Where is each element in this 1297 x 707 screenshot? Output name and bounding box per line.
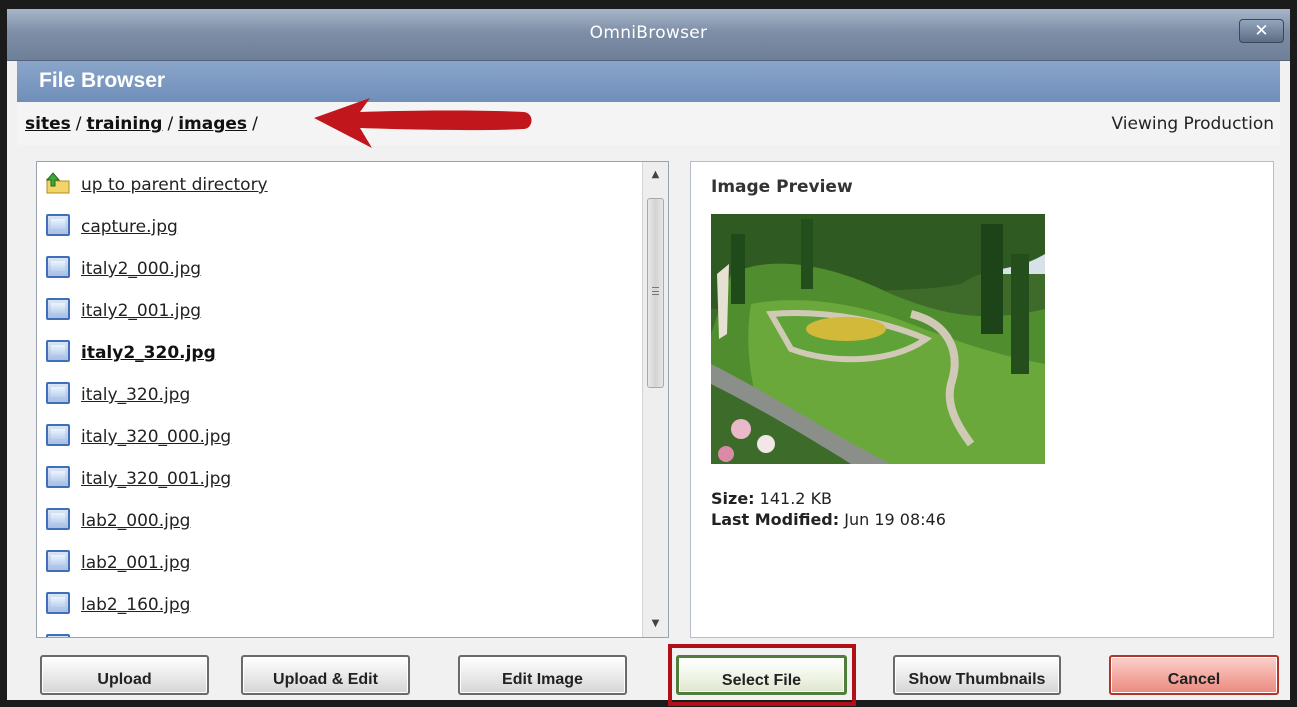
- breadcrumb: sites / training / images /: [25, 114, 263, 134]
- breadcrumb-images[interactable]: images: [178, 114, 247, 134]
- file-name[interactable]: lab2_160.jpg: [81, 595, 190, 615]
- list-item[interactable]: italy2_001.jpg: [37, 298, 642, 340]
- image-file-icon: [46, 508, 70, 530]
- file-name[interactable]: italy2_001.jpg: [81, 301, 201, 321]
- edit-image-button[interactable]: Edit Image: [458, 655, 627, 695]
- title-bar[interactable]: OmniBrowser ✕: [7, 9, 1290, 61]
- image-file-icon: [46, 340, 70, 362]
- scroll-up-icon[interactable]: ▲: [643, 164, 668, 186]
- breadcrumb-sites[interactable]: sites: [25, 114, 71, 134]
- breadcrumb-training[interactable]: training: [86, 114, 162, 134]
- list-item[interactable]: capture.jpg: [37, 214, 642, 256]
- image-file-icon: [46, 256, 70, 278]
- breadcrumb-bar: sites / training / images / Viewing Productio…: [17, 102, 1280, 145]
- file-list-scrollbar[interactable]: ▲ ▼: [642, 162, 668, 637]
- image-file-icon: [46, 214, 70, 236]
- file-name[interactable]: italy_320_000.jpg: [81, 427, 231, 447]
- scroll-down-icon[interactable]: ▼: [643, 613, 668, 635]
- breadcrumb-separator: /: [75, 114, 82, 134]
- parent-directory-row[interactable]: up to parent directory: [37, 172, 642, 214]
- list-item[interactable]: italy_320_000.jpg: [37, 424, 642, 466]
- size-value: 141.2 KB: [759, 489, 833, 508]
- scrollbar-thumb[interactable]: [647, 198, 664, 388]
- image-file-icon: [46, 592, 70, 614]
- file-list-panel: up to parent directory capture.jpg italy…: [36, 161, 669, 638]
- image-file-icon: [46, 550, 70, 572]
- preview-image: [711, 214, 1045, 464]
- image-file-icon: [46, 424, 70, 446]
- list-item[interactable]: italy2_000.jpg: [37, 256, 642, 298]
- annotation-arrow: [314, 98, 532, 148]
- show-thumbnails-button[interactable]: Show Thumbnails: [893, 655, 1061, 695]
- modified-label: Last Modified:: [711, 510, 840, 529]
- image-file-icon: [46, 634, 70, 637]
- list-item[interactable]: lab2_001.jpg: [37, 550, 642, 592]
- upload-button[interactable]: Upload: [40, 655, 209, 695]
- list-item[interactable]: italy_320.jpg: [37, 382, 642, 424]
- modified-value: Jun 19 08:46: [844, 510, 946, 529]
- file-name[interactable]: italy_320_001.jpg: [81, 469, 231, 489]
- file-name[interactable]: italy2_320.jpg: [81, 343, 216, 363]
- window-title: OmniBrowser: [589, 23, 708, 43]
- image-preview-panel: Image Preview Size: 141.2 KB Last Modifi…: [690, 161, 1274, 638]
- file-name[interactable]: capture.jpg: [81, 217, 178, 237]
- file-browser-title: File Browser: [39, 69, 166, 92]
- file-name[interactable]: italy2_000.jpg: [81, 259, 201, 279]
- list-item[interactable]: lab2_000.jpg: [37, 508, 642, 550]
- select-file-button[interactable]: Select File: [676, 655, 847, 695]
- modified-line: Last Modified: Jun 19 08:46: [711, 509, 946, 530]
- image-file-icon: [46, 466, 70, 488]
- list-item[interactable]: italy_320_001.jpg: [37, 466, 642, 508]
- size-line: Size: 141.2 KB: [711, 488, 946, 509]
- list-item-partial[interactable]: [37, 634, 642, 637]
- breadcrumb-separator: /: [252, 114, 258, 134]
- file-name[interactable]: italy_320.jpg: [81, 385, 190, 405]
- close-button[interactable]: ✕: [1239, 19, 1284, 43]
- image-file-icon: [46, 298, 70, 320]
- image-file-icon: [46, 382, 70, 404]
- file-name[interactable]: lab2_000.jpg: [81, 511, 190, 531]
- file-metadata: Size: 141.2 KB Last Modified: Jun 19 08:…: [711, 488, 946, 530]
- folder-up-icon: [46, 172, 70, 194]
- cancel-button[interactable]: Cancel: [1109, 655, 1279, 695]
- upload-and-edit-button[interactable]: Upload & Edit: [241, 655, 410, 695]
- list-item[interactable]: lab2_160.jpg: [37, 592, 642, 634]
- size-label: Size:: [711, 489, 755, 508]
- file-list: up to parent directory capture.jpg italy…: [37, 162, 642, 637]
- breadcrumb-separator: /: [167, 114, 174, 134]
- file-name[interactable]: lab2_001.jpg: [81, 553, 190, 573]
- viewing-status: Viewing Production: [1111, 114, 1274, 134]
- grip-icon: [652, 287, 659, 295]
- file-browser-header: File Browser: [17, 61, 1280, 102]
- preview-title: Image Preview: [711, 177, 853, 197]
- parent-directory-link[interactable]: up to parent directory: [81, 175, 268, 195]
- list-item-selected[interactable]: italy2_320.jpg: [37, 340, 642, 382]
